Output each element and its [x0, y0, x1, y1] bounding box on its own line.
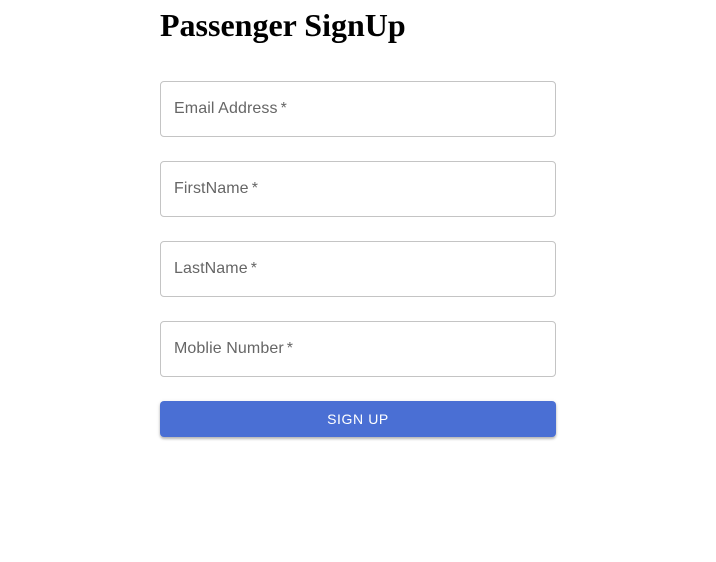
page-title: Passenger SignUp	[160, 7, 406, 43]
firstname-field[interactable]: FirstName *	[160, 161, 556, 217]
lastname-field[interactable]: LastName *	[160, 241, 556, 297]
email-field[interactable]: Email Address *	[160, 81, 556, 137]
mobile-number-input[interactable]	[161, 322, 555, 376]
signup-form: Email Address * FirstName * LastName * Mobl…	[160, 81, 556, 437]
firstname-input[interactable]	[161, 162, 555, 216]
sign-up-button[interactable]: SIGN UP	[160, 401, 556, 437]
mobile-number-field[interactable]: Moblie Number *	[160, 321, 556, 377]
lastname-input[interactable]	[161, 242, 555, 296]
email-input[interactable]	[161, 82, 555, 136]
